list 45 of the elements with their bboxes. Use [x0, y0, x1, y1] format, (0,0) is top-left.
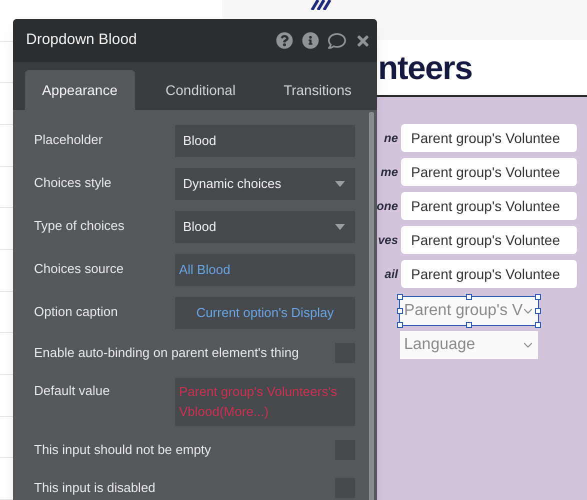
- resize-handle[interactable]: [535, 308, 541, 314]
- resize-handle[interactable]: [535, 322, 541, 328]
- tab[interactable]: Transitions: [266, 70, 369, 110]
- property-label: Option caption: [34, 304, 118, 321]
- field-label: ne: [384, 130, 398, 147]
- input-field[interactable]: Parent group's Voluntee: [401, 192, 577, 220]
- resize-handle[interactable]: [466, 322, 472, 328]
- resize-handle[interactable]: [397, 308, 403, 314]
- tab[interactable]: Appearance: [25, 70, 135, 110]
- chevron-icon: [524, 342, 532, 348]
- dropdown-field[interactable]: Dynamic choices: [175, 168, 355, 200]
- property-label: Choices style: [34, 175, 112, 192]
- chevron-icon: [524, 308, 532, 314]
- close-icon[interactable]: [355, 32, 371, 48]
- comment-icon[interactable]: [328, 32, 346, 50]
- property-label: Default value: [34, 382, 110, 399]
- resize-handle[interactable]: [466, 294, 472, 300]
- field-label: one: [376, 198, 398, 215]
- property-label: Enable auto-binding on parent element's thing: [34, 344, 299, 362]
- tab[interactable]: Conditional: [148, 70, 253, 110]
- field-label: me: [380, 164, 398, 181]
- caret-icon: [335, 224, 345, 230]
- property-label: Type of choices: [34, 218, 124, 235]
- page-heading: nteers: [378, 48, 472, 88]
- help-icon[interactable]: [276, 32, 293, 49]
- scrollbar[interactable]: [369, 112, 374, 500]
- resize-handle[interactable]: [397, 322, 403, 328]
- info-icon[interactable]: [302, 32, 319, 49]
- input-field[interactable]: Parent group's Voluntee: [401, 158, 577, 186]
- resize-handle[interactable]: [535, 294, 541, 300]
- dropdown-field[interactable]: Blood: [175, 210, 355, 242]
- property-label: Placeholder: [34, 132, 103, 149]
- text-field[interactable]: Blood: [175, 124, 355, 156]
- caret-icon: [335, 180, 345, 186]
- field-label: ail: [384, 266, 398, 283]
- property-label: This input should not be empty: [34, 442, 212, 458]
- property-label: Choices source: [34, 261, 124, 278]
- input-field[interactable]: Parent group's Voluntee: [401, 124, 577, 152]
- logo-icon: [310, 0, 334, 10]
- input-field[interactable]: Parent group's Voluntee: [401, 260, 577, 288]
- resize-handle[interactable]: [397, 294, 403, 300]
- input-field[interactable]: Parent group's Voluntee: [401, 226, 577, 254]
- property-label: This input is disabled: [34, 480, 156, 496]
- panel-title: Dropdown Blood: [26, 30, 137, 50]
- field-label: ves: [378, 232, 398, 249]
